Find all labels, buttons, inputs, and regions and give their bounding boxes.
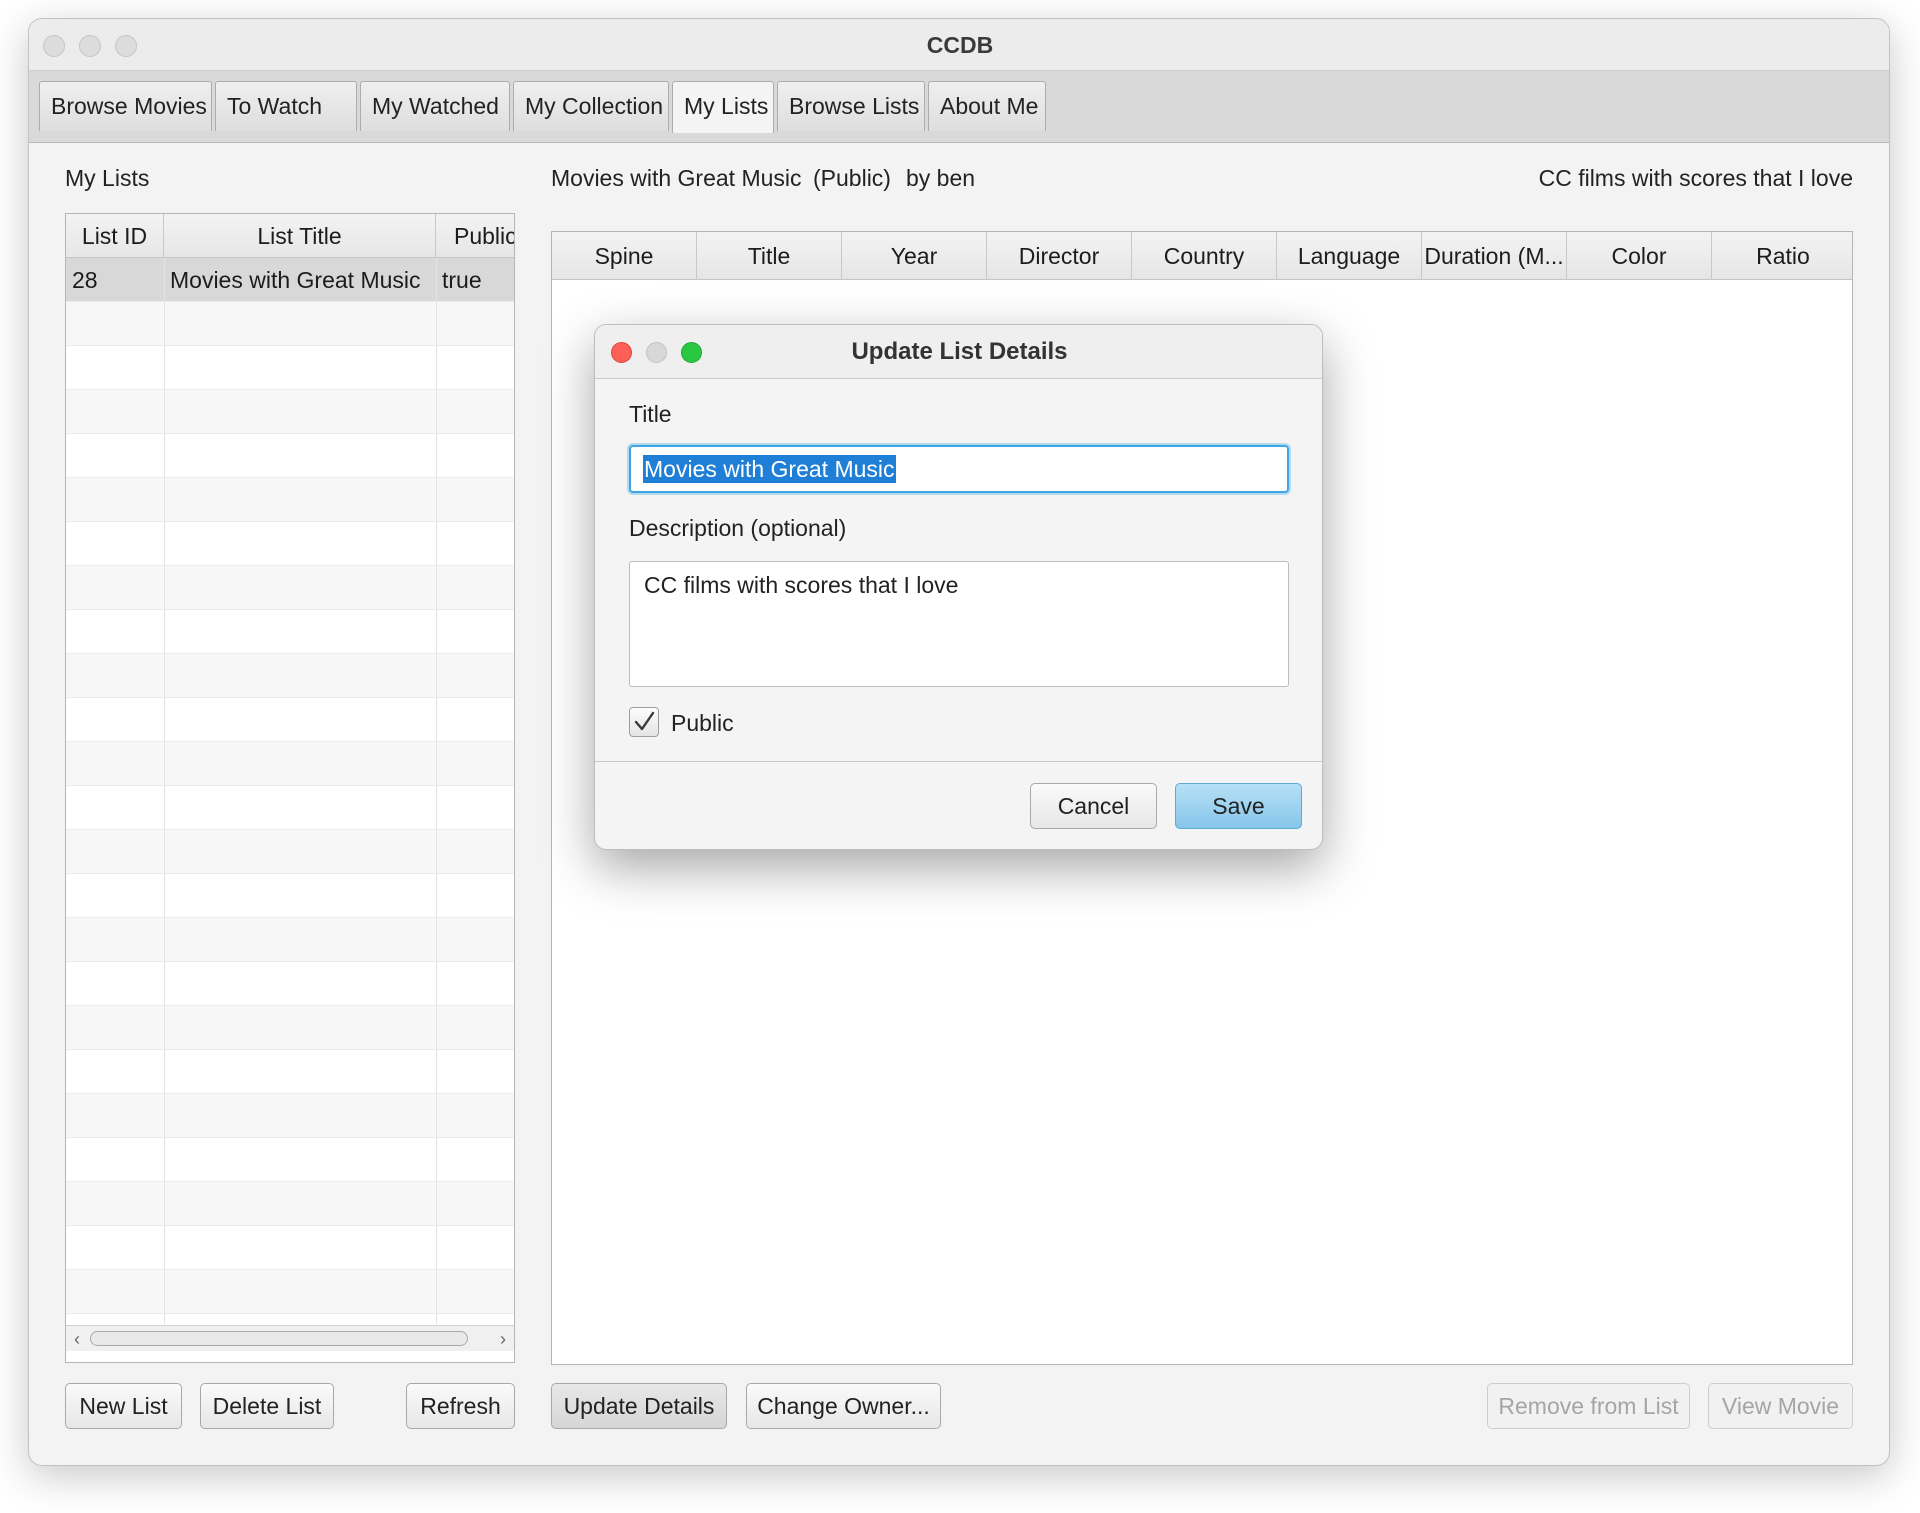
title-input[interactable]: Movies with Great Music <box>629 445 1289 493</box>
column-divider <box>436 258 437 1324</box>
dialog-title-bar[interactable]: Update List Details <box>595 325 1322 379</box>
column-header-list-id[interactable]: List ID <box>66 214 164 258</box>
update-details-button[interactable]: Update Details <box>551 1383 727 1429</box>
table-row <box>66 874 514 918</box>
column-header-year[interactable]: Year <box>842 232 987 280</box>
my-lists-heading: My Lists <box>65 165 150 191</box>
column-header-public[interactable]: Public <box>436 214 514 258</box>
title-bar[interactable]: CCDB <box>29 19 1889 71</box>
table-row <box>66 390 514 434</box>
table-row <box>66 566 514 610</box>
public-checkbox[interactable] <box>629 707 659 737</box>
column-header-list-title[interactable]: List Title <box>164 214 436 258</box>
table-row <box>66 1138 514 1182</box>
tab-browse-lists[interactable]: Browse Lists <box>777 81 925 131</box>
table-row[interactable]: 28 Movies with Great Music true <box>66 258 514 302</box>
description-field-label: Description (optional) <box>629 515 847 541</box>
chevron-left-icon[interactable]: ‹ <box>66 1326 88 1352</box>
tab-my-lists[interactable]: My Lists <box>672 81 774 133</box>
horizontal-scrollbar[interactable]: ‹ › <box>66 1325 514 1351</box>
table-row <box>66 522 514 566</box>
description-textarea-text: CC films with scores that I love <box>644 572 959 598</box>
refresh-button[interactable]: Refresh <box>406 1383 515 1429</box>
column-header-title[interactable]: Title <box>697 232 842 280</box>
table-row <box>66 346 514 390</box>
public-checkbox-label[interactable]: Public <box>671 710 734 737</box>
update-list-details-dialog: Update List Details Title Movies with Gr… <box>594 324 1323 850</box>
description-textarea[interactable]: CC films with scores that I love <box>629 561 1289 687</box>
table-row <box>66 654 514 698</box>
list-owner-label: by ben <box>906 165 976 191</box>
table-header: List ID List Title Public <box>66 214 514 258</box>
cell-list-title: Movies with Great Music <box>170 267 421 293</box>
dialog-divider <box>595 761 1322 762</box>
tab-about-me[interactable]: About Me <box>928 81 1046 131</box>
table-row <box>66 302 514 346</box>
table-row <box>66 962 514 1006</box>
checkmark-icon <box>634 711 655 731</box>
new-list-button[interactable]: New List <box>65 1383 182 1429</box>
column-header-country[interactable]: Country <box>1132 232 1277 280</box>
column-header-duration[interactable]: Duration (M... <box>1422 232 1567 280</box>
save-button[interactable]: Save <box>1175 783 1302 829</box>
title-field-label: Title <box>629 401 672 427</box>
change-owner-button[interactable]: Change Owner... <box>746 1383 941 1429</box>
tab-my-collection[interactable]: My Collection <box>513 81 669 131</box>
dialog-title: Update List Details <box>851 338 1068 365</box>
window-title: CCDB <box>926 32 994 58</box>
table-header: Spine Title Year Director Country Langua… <box>552 232 1852 280</box>
table-row <box>66 1270 514 1314</box>
table-row <box>66 1182 514 1226</box>
scrollbar-thumb[interactable] <box>90 1331 468 1346</box>
cell-public: true <box>442 267 482 293</box>
tab-bar: Browse Movies To Watch My Watched My Col… <box>29 71 1889 143</box>
view-movie-button[interactable]: View Movie <box>1708 1383 1853 1429</box>
cancel-button[interactable]: Cancel <box>1030 783 1157 829</box>
tab-browse-movies[interactable]: Browse Movies <box>39 81 212 131</box>
column-header-spine[interactable]: Spine <box>552 232 697 280</box>
table-row <box>66 1226 514 1270</box>
remove-from-list-button[interactable]: Remove from List <box>1487 1383 1690 1429</box>
table-row <box>66 742 514 786</box>
column-header-color[interactable]: Color <box>1567 232 1712 280</box>
tab-to-watch[interactable]: To Watch <box>215 81 357 131</box>
table-row <box>66 478 514 522</box>
table-row <box>66 1094 514 1138</box>
table-row <box>66 434 514 478</box>
column-header-ratio[interactable]: Ratio <box>1712 232 1852 280</box>
cell-list-id: 28 <box>72 267 98 293</box>
my-lists-table[interactable]: List ID List Title Public 28 Movies with… <box>65 213 515 1363</box>
table-row <box>66 830 514 874</box>
table-row <box>66 1006 514 1050</box>
table-row <box>66 610 514 654</box>
list-visibility-label: (Public) <box>813 165 891 191</box>
list-name-label: Movies with Great Music <box>551 165 802 191</box>
table-row <box>66 786 514 830</box>
list-description-label: CC films with scores that I love <box>1538 165 1853 191</box>
title-input-selected-text: Movies with Great Music <box>643 455 896 483</box>
table-row <box>66 918 514 962</box>
column-divider <box>164 258 165 1324</box>
delete-list-button[interactable]: Delete List <box>200 1383 334 1429</box>
tab-my-watched[interactable]: My Watched <box>360 81 510 131</box>
column-header-director[interactable]: Director <box>987 232 1132 280</box>
table-row <box>66 1050 514 1094</box>
column-header-language[interactable]: Language <box>1277 232 1422 280</box>
chevron-right-icon[interactable]: › <box>492 1326 514 1352</box>
table-row <box>66 698 514 742</box>
